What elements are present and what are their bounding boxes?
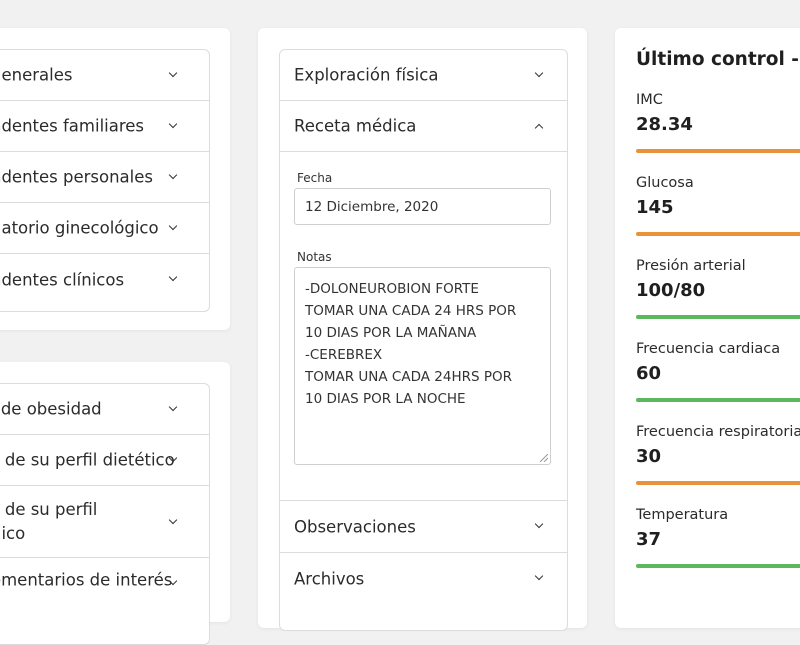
accordion-item-label: ndentes familiares [0, 116, 145, 136]
accordion-item-label: Archivos [294, 569, 365, 588]
chevron-down-icon [534, 571, 544, 581]
metric-value: 60 [636, 363, 662, 384]
chevron-down-icon [168, 515, 178, 525]
accordion-item-label: Exploración física [294, 65, 439, 85]
middle-card: Exploración física Receta médica Fecha 1… [258, 28, 587, 631]
accordion-item-antecedentes-clinicos[interactable]: ndentes clínicos [0, 254, 209, 305]
metric-status-bar [636, 149, 800, 153]
chevron-down-icon [168, 272, 178, 282]
notas-line: TOMAR UNA CADA 24HRS POR [305, 369, 512, 385]
accordion-item-label: s de su perfil gico [0, 498, 97, 546]
metric-label: Presión arterial [636, 258, 746, 274]
accordion-item-perfil-2[interactable]: s de su perfil gico [0, 486, 209, 558]
chevron-down-icon [168, 119, 178, 129]
accordion-item-antecedentes-personales[interactable]: ndentes personales [0, 152, 209, 203]
chevron-down-icon [168, 68, 178, 78]
history-accordion: generales ndentes familiares ndentes per… [0, 49, 210, 312]
accordion-item-label: ndentes personales [0, 167, 154, 187]
metric-status-bar [636, 398, 800, 402]
consultation-accordion: Exploración física Receta médica Fecha 1… [279, 49, 568, 631]
accordion-item-label: Observaciones [294, 517, 416, 536]
chevron-down-icon [168, 221, 178, 231]
accordion-item-receta-medica[interactable]: Receta médica [280, 101, 567, 152]
metric-imc: IMC 28.34 [615, 92, 800, 162]
metric-frecuencia-cardiaca: Frecuencia cardiaca 60 [615, 341, 800, 411]
accordion-item-exploracion-fisica[interactable]: Exploración física [280, 50, 567, 101]
fecha-value: 12 Diciembre, 2020 [305, 199, 439, 215]
accordion-item-label: s de su perfil dietético [0, 450, 175, 470]
accordion-item-antecedentes-familiares[interactable]: ndentes familiares [0, 101, 209, 152]
chevron-up-icon [534, 123, 544, 133]
metric-presion-arterial: Presión arterial 100/80 [615, 258, 800, 328]
notas-line: -CEREBREX [305, 347, 383, 363]
accordion-item-interrogatorio-ginecologico[interactable]: gatorio ginecológico [0, 203, 209, 254]
chevron-down-icon [534, 68, 544, 78]
metric-temperatura: Temperatura 37 [615, 507, 800, 577]
notas-line: 10 DIAS POR LA NOCHE [305, 391, 466, 407]
metric-label: IMC [636, 92, 663, 108]
metric-status-bar [636, 481, 800, 485]
chevron-down-icon [534, 519, 544, 529]
accordion-item-label: generales [0, 65, 73, 85]
accordion-item-label-line2: gico [0, 523, 26, 543]
accordion-item-generales[interactable]: generales [0, 50, 209, 101]
accordion-item-observaciones[interactable]: Observaciones [280, 501, 567, 553]
accordion-item-perfil-dietetico[interactable]: s de su perfil dietético [0, 435, 209, 486]
notas-line: TOMAR UNA CADA 24 HRS POR [305, 303, 517, 319]
fecha-field[interactable]: 12 Diciembre, 2020 [294, 188, 551, 225]
accordion-item-label: ndentes clínicos [0, 270, 125, 289]
notas-label: Notas [297, 250, 332, 264]
metric-value: 37 [636, 529, 662, 550]
metric-status-bar [636, 315, 800, 319]
resize-handle-icon[interactable] [540, 454, 548, 462]
accordion-item-label-line1: s de su perfil [0, 499, 98, 519]
metric-value: 100/80 [636, 280, 706, 301]
receta-panel: Fecha 12 Diciembre, 2020 Notas -DOLONEUR… [280, 152, 567, 501]
accordion-item-label: gatorio ginecológico [0, 218, 159, 238]
notas-textarea[interactable]: -DOLONEUROBION FORTE TOMAR UNA CADA 24 H… [294, 267, 551, 465]
left-top-card: generales ndentes familiares ndentes per… [0, 28, 230, 330]
metric-glucosa: Glucosa 145 [615, 175, 800, 245]
chevron-down-icon [168, 402, 178, 412]
metric-value: 30 [636, 446, 662, 467]
left-bottom-card: l de obesidad s de su perfil dietético s… [0, 362, 230, 645]
accordion-item-comentarios[interactable]: omentarios de interés [0, 558, 209, 609]
fecha-label: Fecha [297, 171, 333, 185]
notas-line: 10 DIAS POR LA MAÑANA [305, 325, 477, 341]
metric-label: Temperatura [636, 507, 729, 523]
notas-line: -DOLONEUROBION FORTE [305, 281, 479, 297]
accordion-item-label: Receta médica [294, 116, 417, 136]
accordion-item-label: omentarios de interés [0, 570, 173, 590]
right-card: Último control - IMC 28.34 Glucosa 145 P… [615, 28, 800, 628]
chevron-down-icon [168, 170, 178, 180]
metric-status-bar [636, 564, 800, 568]
accordion-item-archivos[interactable]: Archivos [280, 553, 567, 604]
accordion-item-obesidad[interactable]: l de obesidad [0, 384, 209, 435]
metric-label: Glucosa [636, 175, 694, 191]
metric-label: Frecuencia respiratoria [636, 424, 800, 440]
accordion-item-label: l de obesidad [0, 399, 102, 419]
metric-status-bar [636, 232, 800, 236]
metric-frecuencia-respiratoria: Frecuencia respiratoria 30 [615, 424, 800, 494]
metric-value: 145 [636, 197, 674, 218]
metric-value: 28.34 [636, 114, 693, 135]
metric-label: Frecuencia cardiaca [636, 341, 781, 357]
nutrition-accordion: l de obesidad s de su perfil dietético s… [0, 383, 210, 645]
last-control-title: Último control - [636, 49, 799, 70]
